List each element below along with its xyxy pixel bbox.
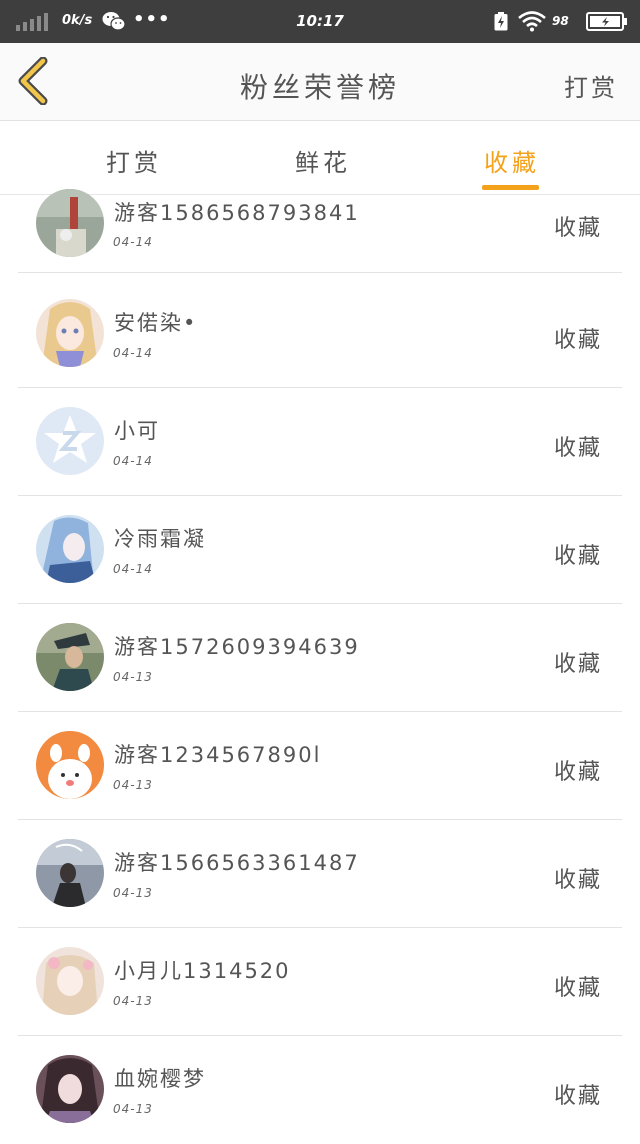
avatar <box>36 407 104 475</box>
fan-name: 小可 <box>114 419 160 443</box>
list-item[interactable]: 游客1586568793841 04-14 收藏 <box>0 165 640 273</box>
list-item[interactable]: 冷雨霜凝 04-14 收藏 <box>0 496 640 604</box>
avatar <box>36 731 104 799</box>
avatar <box>36 299 104 367</box>
fan-date: 04-14 <box>113 346 153 360</box>
fan-name: 冷雨霜凝 <box>114 527 206 551</box>
fan-date: 04-13 <box>113 1102 153 1116</box>
list-item[interactable]: 血婉樱梦 04-13 收藏 <box>0 1036 640 1144</box>
fan-name: 游客1566563361487 <box>114 851 360 875</box>
app-header: 粉丝荣誉榜 打赏 <box>0 43 640 121</box>
page-title: 粉丝荣誉榜 <box>239 71 400 104</box>
avatar <box>36 947 104 1015</box>
wifi-icon <box>518 11 546 32</box>
favorite-label: 收藏 <box>553 328 602 353</box>
list-item[interactable]: 游客1234567890l 04-13 收藏 <box>0 712 640 820</box>
status-bar: 0k/s ••• 10:17 98 <box>0 0 640 43</box>
fan-date: 04-13 <box>113 670 153 684</box>
avatar <box>36 839 104 907</box>
fan-name: 游客1572609394639 <box>114 635 360 659</box>
list-item[interactable]: 游客1572609394639 04-13 收藏 <box>0 604 640 712</box>
fan-name: 血婉樱梦 <box>114 1067 206 1091</box>
divider <box>18 272 622 273</box>
list-item[interactable]: 小月儿1314520 04-13 收藏 <box>0 928 640 1036</box>
favorite-label: 收藏 <box>553 868 602 893</box>
favorite-label: 收藏 <box>553 760 602 785</box>
list-item[interactable]: 游客1566563361487 04-13 收藏 <box>0 820 640 928</box>
avatar <box>36 1055 104 1123</box>
battery-percent: 98 <box>552 14 569 28</box>
fan-name: 游客1234567890l <box>114 743 322 767</box>
favorite-label: 收藏 <box>553 436 602 461</box>
reward-button[interactable]: 打赏 <box>564 68 618 103</box>
list-item[interactable]: 小可 04-14 收藏 <box>0 388 640 496</box>
fan-date: 04-13 <box>113 778 153 792</box>
favorite-label: 收藏 <box>553 652 602 677</box>
fan-name: 安偌染• <box>114 311 198 335</box>
fan-date: 04-13 <box>113 886 153 900</box>
favorite-label: 收藏 <box>553 216 602 241</box>
fan-date: 04-14 <box>113 562 153 576</box>
favorite-label: 收藏 <box>553 976 602 1001</box>
fan-name: 游客1586568793841 <box>114 201 360 225</box>
avatar <box>36 515 104 583</box>
avatar <box>36 623 104 691</box>
fan-name: 小月儿1314520 <box>114 959 291 983</box>
charging-icon <box>494 12 508 31</box>
avatar <box>36 189 104 257</box>
favorite-label: 收藏 <box>553 544 602 569</box>
favorite-label: 收藏 <box>553 1084 602 1109</box>
fan-date: 04-14 <box>113 454 153 468</box>
battery-icon <box>586 12 627 31</box>
list-item[interactable]: 安偌染• 04-14 收藏 <box>0 280 640 388</box>
fan-date: 04-14 <box>113 235 153 249</box>
fan-date: 04-13 <box>113 994 153 1008</box>
